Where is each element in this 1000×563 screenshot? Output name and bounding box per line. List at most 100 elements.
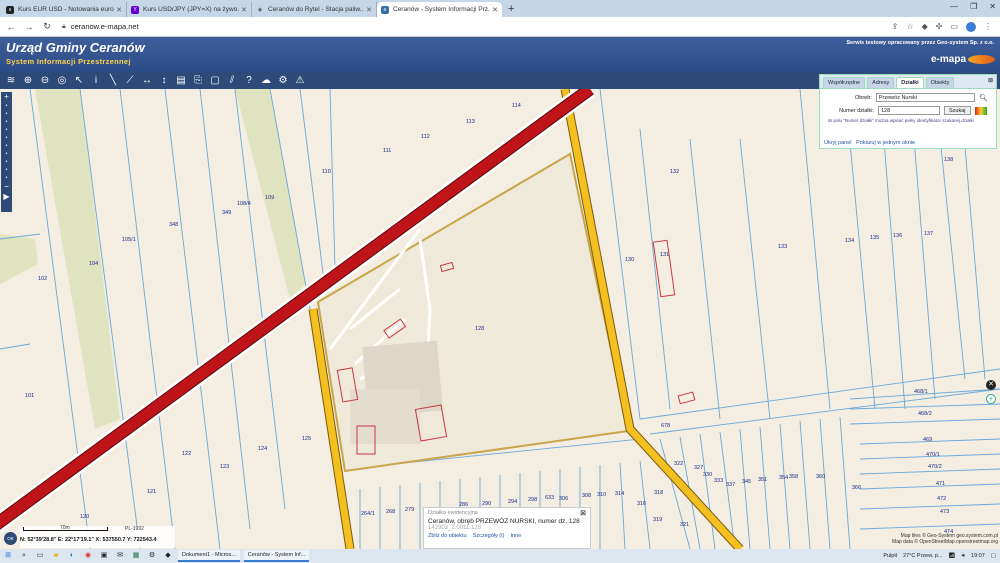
- close-window-icon[interactable]: ✕: [989, 2, 996, 11]
- obreb-select[interactable]: Przewóz Nurski: [875, 93, 976, 102]
- help-icon[interactable]: ?: [242, 74, 256, 88]
- notifications-icon[interactable]: ▢: [991, 553, 996, 559]
- settings-icon[interactable]: ⚙: [146, 551, 158, 561]
- tab-obiekty[interactable]: Obiekty: [925, 77, 955, 88]
- search-button[interactable]: Szukaj: [944, 106, 971, 115]
- hide-panel-link[interactable]: Ukryj panel: [824, 140, 852, 146]
- collapse-icon[interactable]: ⊠: [988, 77, 993, 84]
- edge-icon[interactable]: ◐: [66, 551, 78, 561]
- back-icon[interactable]: ←: [4, 22, 18, 32]
- add-icon[interactable]: +: [986, 394, 996, 404]
- close-icon[interactable]: ⊠: [580, 509, 586, 517]
- task-view-icon[interactable]: ▭: [34, 551, 46, 561]
- select-arrow-icon[interactable]: ↖: [72, 74, 86, 88]
- expand-arrow-icon[interactable]: ▶: [1, 192, 12, 202]
- zoom-in-icon[interactable]: ⊕: [21, 74, 35, 88]
- browser-tab-4[interactable]: e Ceranów - System Informacji Prz... ✕: [377, 2, 502, 17]
- windows-start-icon[interactable]: ⊞: [2, 551, 14, 561]
- attribution-data: Map data © OpenStreetMap.openstreetmap.o…: [892, 539, 998, 545]
- star-icon[interactable]: ☆: [906, 22, 913, 31]
- network-icon[interactable]: 📶︎: [949, 553, 956, 559]
- share-icon[interactable]: ⇪: [892, 22, 899, 31]
- close-icon[interactable]: ✕: [116, 6, 122, 14]
- chrome-icon[interactable]: ◉: [82, 551, 94, 561]
- weather[interactable]: 27°C Przew. p...: [903, 553, 943, 559]
- search-icon[interactable]: 🔍︎: [979, 94, 988, 102]
- avatar[interactable]: [966, 21, 976, 32]
- settings-icon[interactable]: ⚙: [276, 74, 290, 88]
- crs-select[interactable]: PL-1992: [125, 526, 144, 532]
- new-tab-button[interactable]: +: [502, 2, 520, 17]
- panel-links: Ukryj panel Pokazuj w jednym oknie: [824, 140, 915, 146]
- taskbar-window-chrome[interactable]: Ceranów - System Inf...: [243, 550, 310, 562]
- parcel-number-label: 470/2: [928, 464, 942, 470]
- measure-line-icon[interactable]: ╲: [106, 74, 120, 88]
- maximize-icon[interactable]: ❐: [970, 2, 977, 11]
- warning-icon[interactable]: ⚠: [293, 74, 307, 88]
- excel-icon[interactable]: ▦: [130, 551, 142, 561]
- close-icon[interactable]: ✕: [366, 6, 372, 14]
- details-link[interactable]: Szczegóły (I): [473, 533, 505, 539]
- close-icon[interactable]: ✕: [241, 6, 247, 14]
- puzzle-icon[interactable]: ✣: [936, 22, 943, 31]
- info-links: Zbliż do obiektu Szczegóły (I) Inne: [424, 531, 590, 541]
- close-icon[interactable]: ✕: [492, 6, 498, 14]
- zoom-plus-icon[interactable]: +: [1, 92, 12, 102]
- tab-wspolrzedne[interactable]: Współrzędne: [823, 77, 866, 88]
- zoom-track[interactable]: • • • • • • • • • •: [1, 102, 12, 182]
- ok-button[interactable]: OK: [4, 532, 17, 545]
- tab-title: Kurs EUR USD - Notowania euro...: [18, 6, 115, 13]
- zoom-to-object-link[interactable]: Zbliż do obiektu: [428, 533, 467, 539]
- forward-icon[interactable]: →: [22, 22, 36, 32]
- tab-adresy[interactable]: Adresy: [867, 77, 895, 88]
- parcel-number-label: 125: [302, 436, 312, 442]
- print-icon[interactable]: ▤: [174, 74, 188, 88]
- sidebar-icon[interactable]: ▭: [950, 22, 958, 31]
- obreb-row: Obręb: Przewóz Nurski 🔍︎: [828, 93, 988, 102]
- zoom-out-icon[interactable]: ⊖: [38, 74, 52, 88]
- numer-input[interactable]: 128: [878, 106, 940, 115]
- measure-path-icon[interactable]: ⟋: [123, 74, 137, 88]
- parcel-number-label: 122: [182, 451, 192, 457]
- other-link[interactable]: Inne: [511, 533, 522, 539]
- color-legend-icon[interactable]: [974, 106, 987, 115]
- parcel-number-label: 130: [625, 257, 635, 263]
- parcel-number-label: 469: [923, 437, 933, 443]
- hatch-icon[interactable]: ⫽: [225, 74, 239, 88]
- minimize-icon[interactable]: —: [950, 2, 958, 11]
- one-window-link[interactable]: Pokazuj w jednym oknie: [856, 140, 915, 146]
- map-canvas[interactable]: 114 113 112 111 110 108/4 109 349 348 105/1 104 102…: [0, 89, 1000, 549]
- taskbar: ⊞ ⌕ ▭ ▰ ◐ ◉ ▣ ✉ ▦ ⚙ ◆ Dokument1 - Micros…: [0, 549, 1000, 563]
- clock[interactable]: 19:07: [971, 553, 985, 559]
- zoom-minus-icon[interactable]: −: [1, 182, 12, 192]
- pulpit-label[interactable]: Pulpit: [883, 553, 897, 559]
- taskbar-window-word[interactable]: Dokument1 - Micros...: [178, 550, 240, 562]
- comment-icon[interactable]: ▢: [208, 74, 222, 88]
- browser-tab-2[interactable]: Y Kurs USD/JPY (JPY=X) na żywo... ✕: [127, 2, 252, 17]
- measure-height-icon[interactable]: ↕: [157, 74, 171, 88]
- lock-icon[interactable]: 🔒︎: [62, 23, 66, 31]
- export-icon[interactable]: ⎘: [191, 74, 205, 88]
- browser-tab-3[interactable]: ◉ Ceranów do Rytel - Stacja paliw... ✕: [252, 2, 377, 17]
- zoom-slider[interactable]: + • • • • • • • • • • − ▶: [1, 92, 12, 212]
- browser-tab-1[interactable]: s Kurs EUR USD - Notowania euro... ✕: [2, 2, 127, 17]
- app-icon[interactable]: ◆: [162, 551, 174, 561]
- full-extent-icon[interactable]: ◎: [55, 74, 69, 88]
- measure-width-icon[interactable]: ↔: [140, 74, 154, 88]
- close-icon[interactable]: ✕: [986, 380, 996, 390]
- extension-icon[interactable]: ◆: [922, 22, 928, 31]
- system-tray: Pulpit 27°C Przew. p... 📶︎ 🔊︎ 19:07 ▢: [883, 549, 996, 563]
- cloud-icon[interactable]: ☁: [259, 74, 273, 88]
- parcel-number-label: 314: [615, 491, 625, 497]
- url-field[interactable]: 🔒︎ ceranow.e-mapa.net: [62, 22, 892, 31]
- info-icon[interactable]: i: [89, 74, 103, 88]
- explorer-icon[interactable]: ▰: [50, 551, 62, 561]
- mail-icon[interactable]: ✉: [114, 551, 126, 561]
- reload-icon[interactable]: ↻: [40, 21, 54, 32]
- menu-icon[interactable]: ⋮: [984, 22, 992, 31]
- tab-dzialki[interactable]: Działki: [896, 77, 924, 88]
- volume-icon[interactable]: 🔊︎: [962, 553, 965, 560]
- store-icon[interactable]: ▣: [98, 551, 110, 561]
- layers-icon[interactable]: ≋: [4, 74, 18, 88]
- search-icon[interactable]: ⌕: [18, 551, 30, 561]
